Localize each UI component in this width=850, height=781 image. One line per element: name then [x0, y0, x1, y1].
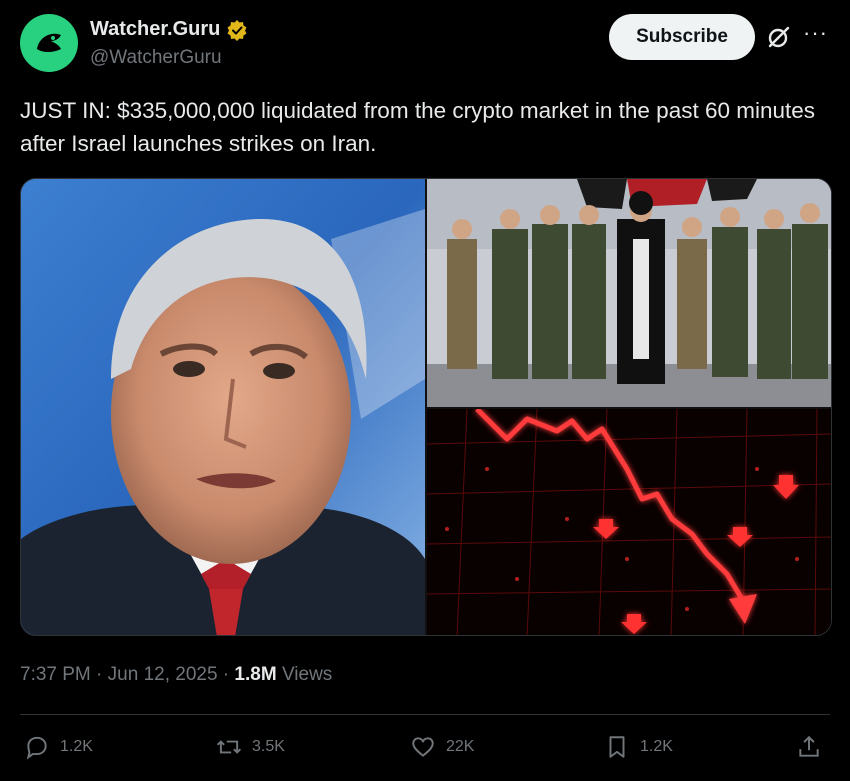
repost-icon: [216, 740, 242, 754]
heart-icon: [412, 737, 434, 757]
author-display-name-text: Watcher.Guru: [90, 18, 221, 40]
author-display-name[interactable]: Watcher.Guru: [90, 18, 248, 41]
meta-separator-2: ·: [217, 664, 235, 685]
subscribe-button[interactable]: Subscribe: [609, 14, 755, 60]
share-button[interactable]: [796, 734, 822, 760]
action-bar: 1.2K 3.5K 22K 1.2K: [20, 730, 830, 766]
verified-badge-icon: [227, 19, 247, 41]
post-header: Watcher.Guru @WatcherGuru Subscribe ···: [20, 14, 830, 74]
meta-separator: ·: [90, 664, 108, 685]
bookmark-button[interactable]: 1.2K: [604, 734, 673, 760]
market-crash-graphic[interactable]: [427, 409, 831, 635]
repost-button[interactable]: 3.5K: [216, 734, 285, 760]
portrait-photo[interactable]: [21, 179, 425, 635]
author-avatar[interactable]: [20, 14, 78, 72]
bookmark-icon: [609, 736, 625, 758]
post-meta: 7:37 PM · Jun 12, 2025 · 1.8M Views: [20, 664, 332, 686]
views-count: 1.8M: [234, 664, 277, 685]
reply-count: 1.2K: [60, 738, 93, 755]
reply-icon: [26, 736, 47, 760]
repost-count: 3.5K: [252, 738, 285, 755]
watcher-logo-icon: [37, 33, 61, 52]
military-group-photo[interactable]: [427, 179, 831, 407]
views-label: Views: [281, 664, 333, 685]
bookmark-count: 1.2K: [640, 738, 673, 755]
reply-button[interactable]: 1.2K: [24, 734, 93, 760]
author-handle[interactable]: @WatcherGuru: [90, 47, 248, 69]
media-grid: [20, 178, 832, 636]
share-icon: [799, 735, 819, 757]
like-button[interactable]: 22K: [410, 734, 474, 760]
post-text: JUST IN: $335,000,000 liquidated from th…: [20, 98, 816, 156]
grok-icon[interactable]: [766, 24, 792, 50]
post-date[interactable]: Jun 12, 2025: [108, 664, 218, 685]
author-names: Watcher.Guru @WatcherGuru: [90, 18, 248, 69]
divider: [20, 714, 830, 715]
more-icon[interactable]: ···: [803, 20, 828, 46]
like-count: 22K: [446, 738, 475, 755]
post-time[interactable]: 7:37 PM: [20, 664, 91, 685]
